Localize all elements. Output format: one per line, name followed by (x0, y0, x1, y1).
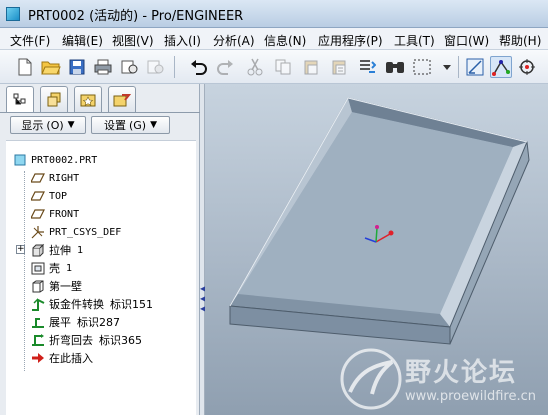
undo-icon[interactable] (188, 56, 210, 78)
tree-item-id: 标识151 (110, 298, 153, 311)
app-icon (6, 7, 20, 21)
unbend-icon (30, 314, 46, 330)
save-icon[interactable] (66, 56, 88, 78)
tree-item-csys[interactable]: PRT_CSYS_DEF (30, 223, 121, 241)
tree-root-label: PRT0002.PRT (31, 154, 98, 166)
chevron-down-icon: ▼ (150, 120, 158, 130)
watermark-text: 野火论坛 (405, 358, 518, 388)
menu-edit[interactable]: 编辑(E) (62, 32, 103, 49)
tree-item-insert-here[interactable]: 在此插入 (30, 349, 93, 367)
tree-item-label: 在此插入 (49, 352, 93, 365)
menu-applications[interactable]: 应用程序(P) (318, 32, 383, 49)
datum-axis-icon[interactable] (490, 56, 512, 78)
datum-plane-icon (30, 170, 46, 186)
tree-item-first-wall[interactable]: 第一壁 (30, 277, 82, 295)
find-icon[interactable] (384, 56, 406, 78)
tree-item-id: 标识365 (99, 334, 142, 347)
csys-icon (30, 224, 46, 240)
tree-root[interactable]: PRT0002.PRT (12, 151, 97, 169)
tab-divider (0, 112, 200, 113)
spin-center-icon[interactable] (516, 56, 538, 78)
new-file-icon[interactable] (14, 56, 36, 78)
extrude-icon (30, 242, 46, 258)
bend-back-icon (30, 332, 46, 348)
tree-item-id: 标识287 (77, 316, 120, 329)
favorites-tab[interactable] (74, 86, 102, 112)
datum-plane-icon (30, 188, 46, 204)
tree-item-label: PRT_CSYS_DEF (49, 226, 122, 238)
tree-item-unbend[interactable]: 展平 标识287 (30, 313, 120, 331)
graphics-window[interactable]: 野火论坛 www.proewildfire.cn (205, 84, 548, 415)
tree-item-label: 第一壁 (49, 280, 82, 293)
open-folder-icon[interactable] (40, 56, 62, 78)
datum-plane-icon (30, 206, 46, 222)
select-box-dropdown[interactable] (436, 56, 458, 78)
tree-item-label: 拉伸 (49, 244, 71, 257)
menu-help[interactable]: 帮助(H) (499, 32, 541, 49)
menu-bar: 文件(F) 编辑(E) 视图(V) 插入(I) 分析(A) 信息(N) 应用程序… (0, 28, 548, 50)
connections-tab[interactable] (108, 86, 136, 112)
select-box-icon[interactable] (412, 56, 434, 78)
first-wall-icon (30, 278, 46, 294)
show-button-key: (O) (46, 118, 64, 132)
show-button-label: 显示 (21, 119, 44, 132)
menu-file[interactable]: 文件(F) (10, 32, 50, 49)
tree-connector-line (24, 171, 25, 371)
tree-item-bend-back[interactable]: 折弯回去 标识365 (30, 331, 142, 349)
cut-icon[interactable] (244, 56, 266, 78)
title-bar: PRT0002 (活动的) - Pro/ENGINEER (0, 0, 548, 28)
show-dropdown[interactable]: 显示 (O) ▼ (10, 116, 86, 134)
tree-item-right[interactable]: RIGHT (30, 169, 79, 187)
toolbar-separator (174, 56, 175, 78)
shell-icon (30, 260, 46, 276)
watermark-logo-icon (340, 348, 402, 410)
menu-analysis[interactable]: 分析(A) (213, 32, 255, 49)
tree-item-label: TOP (49, 190, 68, 202)
watermark-url: www.proewildfire.cn (405, 389, 536, 404)
menu-view[interactable]: 视图(V) (112, 32, 154, 49)
menu-window[interactable]: 窗口(W) (444, 32, 489, 49)
tree-item-extrude[interactable]: 拉伸 1 (30, 241, 83, 259)
tree-item-label: 折弯回去 (49, 334, 93, 347)
chevron-down-icon: ▼ (67, 120, 75, 130)
redo-icon[interactable] (214, 56, 236, 78)
regenerate-model-icon[interactable] (356, 56, 378, 78)
tree-item-label: 展平 (49, 316, 71, 329)
tree-item-sheetmetal-convert[interactable]: 钣金件转换 标识151 (30, 295, 153, 313)
tree-item-label: RIGHT (49, 172, 80, 184)
sheetmetal-convert-icon (30, 296, 46, 312)
settings-button-key: (G) (128, 118, 147, 132)
regenerate-icon[interactable] (144, 56, 166, 78)
main-toolbar (0, 50, 548, 84)
paste-special-icon[interactable] (328, 56, 350, 78)
tree-item-id: 1 (66, 262, 73, 274)
menu-info[interactable]: 信息(N) (264, 32, 306, 49)
named-view-icon[interactable] (464, 56, 486, 78)
settings-dropdown[interactable]: 设置 (G) ▼ (91, 116, 170, 134)
tree-item-front[interactable]: FRONT (30, 205, 79, 223)
tree-item-label: 钣金件转换 (49, 298, 104, 311)
model-tree-tab[interactable] (6, 86, 34, 113)
toolbar-separator (458, 56, 459, 78)
paste-icon[interactable] (300, 56, 322, 78)
navigator-pane: 显示 (O) ▼ 设置 (G) ▼ PRT0002.PRT RIGHT TOP (0, 84, 200, 415)
model-tree: PRT0002.PRT RIGHT TOP FRONT PRT_CSYS_DEF (6, 140, 196, 415)
layers-tab[interactable] (40, 86, 68, 112)
insert-here-arrow-icon (30, 350, 46, 366)
menu-tools[interactable]: 工具(T) (394, 32, 435, 49)
tree-item-id: 1 (77, 244, 84, 256)
window-title: PRT0002 (活动的) - Pro/ENGINEER (28, 9, 244, 24)
menu-insert[interactable]: 插入(I) (164, 32, 201, 49)
tree-item-shell[interactable]: 壳 1 (30, 259, 72, 277)
expand-toggle-icon[interactable]: + (16, 245, 25, 254)
print-icon[interactable] (92, 56, 114, 78)
send-email-icon[interactable] (118, 56, 140, 78)
settings-button-label: 设置 (103, 119, 126, 132)
copy-icon[interactable] (272, 56, 294, 78)
tree-item-label: 壳 (49, 262, 60, 275)
tree-item-label: FRONT (49, 208, 80, 220)
tree-item-top[interactable]: TOP (30, 187, 67, 205)
part-icon (12, 152, 28, 168)
